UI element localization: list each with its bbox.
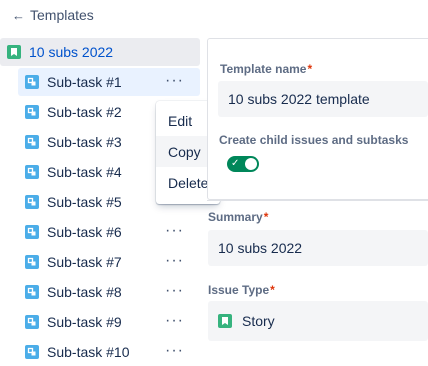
section-divider: [207, 200, 428, 201]
subtask-icon: [25, 165, 39, 179]
issue-type-value: Story: [242, 313, 275, 329]
tree-root-label: 10 subs 2022: [29, 44, 114, 60]
more-actions-icon[interactable]: ···: [165, 343, 184, 359]
subtask-icon: [25, 285, 39, 299]
subtask-icon: [25, 225, 39, 239]
subtask-label: Sub-task #1: [47, 74, 122, 90]
template-name-label: Template name*: [220, 62, 313, 76]
tree-root-item[interactable]: 10 subs 2022: [0, 38, 200, 66]
tree-subtask-item[interactable]: Sub-task #9 ···: [18, 308, 200, 336]
subtask-label: Sub-task #7: [47, 254, 122, 270]
template-name-input[interactable]: 10 subs 2022 template: [218, 81, 428, 117]
issue-type-select[interactable]: Story: [208, 301, 428, 341]
subtask-label: Sub-task #10: [47, 344, 130, 360]
summary-input[interactable]: 10 subs 2022: [208, 230, 428, 266]
required-marker: *: [307, 62, 313, 76]
issue-type-label: Issue Type*: [208, 283, 275, 297]
create-child-issues-toggle[interactable]: ✓: [227, 156, 259, 172]
subtask-icon: [25, 255, 39, 269]
required-marker: *: [270, 283, 275, 297]
more-actions-icon[interactable]: ···: [165, 223, 184, 239]
summary-label: Summary*: [208, 210, 269, 224]
more-actions-icon[interactable]: ···: [165, 283, 184, 299]
arrow-left-icon: ←: [12, 7, 25, 23]
more-actions-icon[interactable]: ···: [165, 73, 184, 89]
story-icon: [218, 314, 232, 328]
subtask-icon: [25, 345, 39, 359]
subtask-label: Sub-task #4: [47, 164, 122, 180]
more-actions-icon[interactable]: ···: [165, 253, 184, 269]
tree-subtask-item[interactable]: Sub-task #10 ···: [18, 338, 200, 366]
tree-subtask-item[interactable]: Sub-task #6 ···: [18, 218, 200, 246]
subtask-label: Sub-task #8: [47, 284, 122, 300]
subtask-icon: [25, 315, 39, 329]
back-to-templates-link[interactable]: ← Templates: [12, 6, 94, 24]
subtask-label: Sub-task #2: [47, 104, 122, 120]
tree-subtask-item[interactable]: Sub-task #8 ···: [18, 278, 200, 306]
story-icon: [7, 45, 21, 59]
check-icon: ✓: [231, 158, 240, 169]
subtask-label: Sub-task #9: [47, 314, 122, 330]
back-link-label: Templates: [30, 7, 94, 23]
subtask-icon: [25, 195, 39, 209]
tree-subtask-item[interactable]: Sub-task #1 ···: [18, 68, 200, 96]
toggle-knob: [245, 158, 257, 170]
tree-subtask-item[interactable]: Sub-task #7 ···: [18, 248, 200, 276]
subtask-label: Sub-task #5: [47, 194, 122, 210]
subtask-icon: [25, 75, 39, 89]
subtask-icon: [25, 105, 39, 119]
subtask-label: Sub-task #6: [47, 224, 122, 240]
create-child-issues-label: Create child issues and subtasks: [219, 133, 409, 147]
more-actions-icon[interactable]: ···: [165, 313, 184, 329]
required-marker: *: [263, 210, 269, 224]
subtask-label: Sub-task #3: [47, 134, 122, 150]
subtask-icon: [25, 135, 39, 149]
